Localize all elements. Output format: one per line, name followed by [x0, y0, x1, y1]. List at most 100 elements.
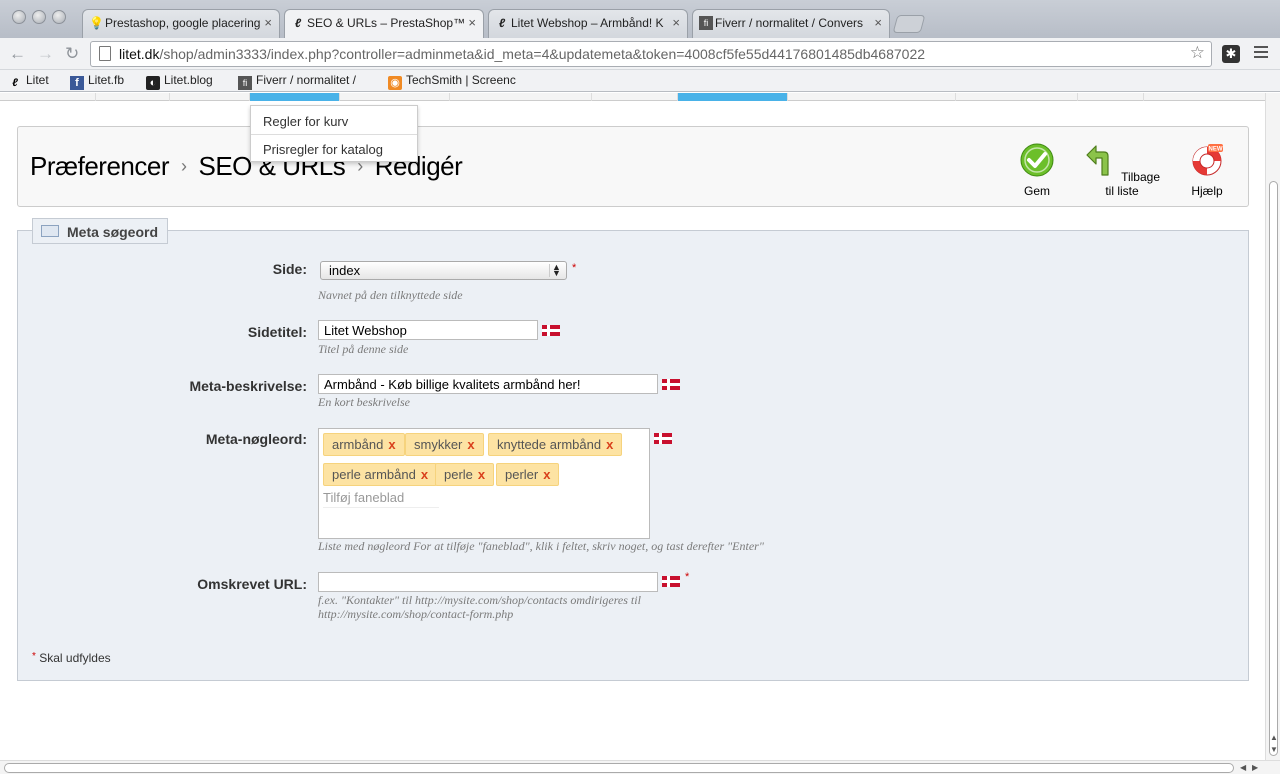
keyword-tag: armbånd x	[323, 433, 405, 456]
admin-menu-item[interactable]	[1078, 93, 1144, 101]
tab-title: Prestashop, google placering	[105, 16, 261, 30]
description-label: Meta-beskrivelse:	[189, 378, 307, 394]
lightbulb-icon: 💡	[89, 16, 104, 30]
bookmarks-bar: ℓ Litet f Litet.fb ◐ Litet.blog fi Fiverr / …	[0, 70, 1280, 92]
minimize-window-button[interactable]	[32, 10, 46, 24]
litet-logo-icon: ℓ	[12, 77, 18, 89]
save-label: Gem	[1023, 184, 1050, 198]
back-arrow-icon[interactable]: ←	[9, 44, 26, 64]
required-note: * Skal udfyldes	[32, 651, 111, 665]
title-label: Sidetitel:	[247, 324, 307, 340]
address-bar[interactable]: litet.dk/shop/admin3333/index.php?contro…	[90, 41, 1212, 67]
keyboard-icon	[41, 225, 59, 237]
danish-flag-icon[interactable]	[662, 576, 680, 587]
rewrite-url-input[interactable]	[318, 572, 658, 592]
bookmark-star-icon[interactable]: ☆	[1190, 43, 1205, 63]
breadcrumb-item: Præferencer	[30, 151, 170, 181]
tab-title: SEO & URLs – PrestaShop™	[307, 16, 466, 30]
admin-menu-item-active[interactable]	[250, 93, 340, 101]
browser-toolbar: ← → ↻ litet.dk/shop/admin3333/index.php?…	[0, 38, 1280, 70]
remove-tag-icon[interactable]: x	[467, 437, 474, 452]
checkmark-icon	[1020, 143, 1054, 177]
reload-icon[interactable]: ↻	[65, 44, 79, 64]
admin-menu-item[interactable]	[96, 93, 170, 101]
bookmark-techsmith[interactable]: ◉ TechSmith | Screenc	[388, 73, 516, 90]
close-window-button[interactable]	[12, 10, 26, 24]
breadcrumb-separator: ›	[181, 156, 187, 176]
horizontal-scroll-thumb[interactable]	[4, 763, 1234, 773]
admin-menu-item[interactable]	[170, 93, 250, 101]
remove-tag-icon[interactable]: x	[388, 437, 395, 452]
remove-tag-icon[interactable]: x	[543, 467, 550, 482]
admin-menu-item[interactable]	[340, 93, 450, 101]
vertical-scroll-thumb[interactable]	[1269, 181, 1278, 756]
browser-menu-icon[interactable]	[1254, 46, 1268, 61]
side-select[interactable]: index ▲ ▼	[320, 261, 567, 280]
vertical-scrollbar[interactable]: ▲ ▼	[1265, 93, 1280, 760]
browser-tabstrip: 💡 Prestashop, google placering × ℓ SEO &…	[0, 0, 1280, 38]
scroll-right-icon[interactable]: ▶	[1252, 763, 1258, 772]
scroll-down-icon[interactable]: ▼	[1270, 745, 1278, 754]
scroll-up-icon[interactable]: ▲	[1270, 733, 1278, 742]
rss-icon: ◉	[388, 76, 402, 90]
submenu-item-catalog-price-rules[interactable]: Prisregler for katalog	[263, 142, 383, 157]
facebook-icon: f	[70, 76, 84, 90]
danish-flag-icon[interactable]	[662, 379, 680, 390]
page-icon	[99, 46, 111, 61]
rewrite-url-label: Omskrevet URL:	[197, 576, 307, 592]
admin-menu-item-preferences[interactable]	[678, 93, 788, 101]
keyword-tag: perle armbånd x	[323, 463, 438, 486]
help-label: Hjælp	[1191, 184, 1223, 198]
scroll-left-icon[interactable]: ◀	[1240, 763, 1246, 772]
side-label: Side:	[272, 261, 307, 277]
add-keyword-input[interactable]: Tilføj faneblad	[323, 488, 439, 508]
save-button[interactable]: Gem	[1014, 143, 1060, 198]
return-arrow-icon	[1086, 145, 1109, 176]
danish-flag-icon[interactable]	[542, 325, 560, 336]
remove-tag-icon[interactable]: x	[606, 437, 613, 452]
browser-tab[interactable]: 💡 Prestashop, google placering ×	[82, 9, 280, 38]
submenu-item-cart-rules[interactable]: Regler for kurv	[263, 114, 348, 129]
browser-tab-active[interactable]: ℓ SEO & URLs – PrestaShop™ ×	[284, 9, 484, 38]
keywords-tag-input[interactable]: armbånd x smykker x knyttede armbånd x perl…	[318, 428, 650, 539]
back-to-list-button[interactable]: Tilbage til liste	[1080, 143, 1164, 198]
admin-menu-item[interactable]	[450, 93, 592, 101]
remove-tag-icon[interactable]: x	[421, 467, 428, 482]
browser-tab[interactable]: fi Fiverr / normalitet / Convers ×	[692, 9, 890, 38]
description-hint: En kort beskrivelse	[318, 395, 410, 409]
lifebuoy-icon: NEW	[1192, 144, 1223, 176]
fiverr-icon: fi	[699, 16, 713, 30]
new-tab-button[interactable]	[892, 15, 926, 33]
help-button[interactable]: NEW Hjælp	[1184, 143, 1230, 198]
horizontal-scrollbar[interactable]: ◀ ▶	[0, 760, 1280, 774]
admin-menu-item[interactable]	[592, 93, 678, 101]
bookmark-litet-blog[interactable]: ◐ Litet.blog	[146, 73, 213, 90]
required-marker: *	[685, 571, 690, 583]
url-text: litet.dk/shop/admin3333/index.php?contro…	[119, 46, 926, 62]
close-tab-icon[interactable]: ×	[672, 15, 680, 30]
page-viewport: Regler for kurv Prisregler for katalog P…	[0, 93, 1265, 760]
close-tab-icon[interactable]: ×	[264, 15, 272, 30]
danish-flag-icon[interactable]	[654, 433, 672, 444]
close-tab-icon[interactable]: ×	[468, 15, 476, 30]
title-input[interactable]: Litet Webshop	[318, 320, 538, 340]
browser-tab[interactable]: ℓ Litet Webshop – Armbånd! K ×	[488, 9, 688, 38]
close-tab-icon[interactable]: ×	[874, 15, 882, 30]
title-hint: Titel på denne side	[318, 342, 409, 356]
remove-tag-icon[interactable]: x	[478, 467, 485, 482]
litet-logo-icon: ℓ	[498, 16, 506, 30]
description-input[interactable]: Armbånd - Køb billige kvalitets armbånd …	[318, 374, 658, 394]
bookmark-fiverr[interactable]: fi Fiverr / normalitet /	[238, 73, 356, 90]
admin-menu-item[interactable]	[788, 93, 956, 101]
required-marker: *	[572, 262, 577, 274]
blog-icon: ◐	[146, 76, 160, 90]
admin-menu-item[interactable]	[956, 93, 1078, 101]
keyword-tag: knyttede armbånd x	[488, 433, 623, 456]
zoom-window-button[interactable]	[52, 10, 66, 24]
forward-arrow-icon[interactable]: →	[37, 44, 54, 64]
admin-menu-item[interactable]	[20, 93, 96, 101]
bookmark-litet-fb[interactable]: f Litet.fb	[70, 73, 124, 90]
bookmark-litet[interactable]: ℓ Litet	[8, 73, 49, 90]
extension-icon[interactable]: ✱	[1222, 45, 1240, 63]
submenu-divider	[251, 134, 417, 135]
